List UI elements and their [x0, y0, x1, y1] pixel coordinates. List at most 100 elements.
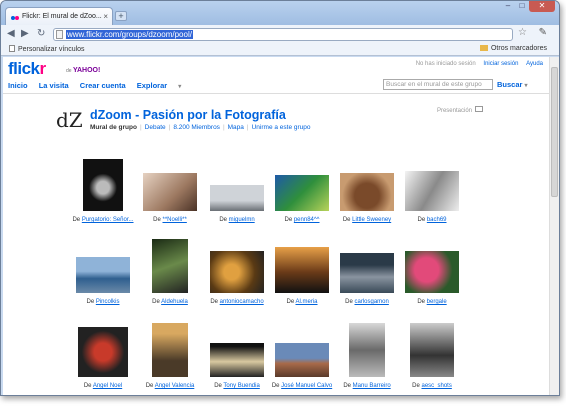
scrollbar[interactable] — [549, 57, 559, 395]
subnav-debate[interactable]: Debate — [145, 124, 166, 131]
photo-author-link[interactable]: miguelmn — [229, 217, 255, 223]
page-icon — [56, 30, 63, 39]
photo-thumbnail[interactable] — [210, 251, 264, 293]
photo-thumbnail[interactable] — [275, 175, 329, 211]
nav-inicio[interactable]: Inicio — [8, 81, 28, 90]
bookmark-personalizar[interactable]: Personalizar vínculos — [9, 45, 85, 53]
minimize-button[interactable]: – — [501, 1, 515, 12]
flickr-logo[interactable]: flickr — [8, 59, 46, 79]
photo-thumbnail[interactable] — [83, 159, 123, 211]
photo-thumbnail[interactable] — [210, 185, 264, 211]
photo-thumbnail[interactable] — [210, 343, 264, 377]
photo-caption: De bergale — [397, 299, 467, 305]
photo-caption: De Angel Valencia — [135, 383, 205, 389]
close-window-button[interactable]: ✕ — [529, 1, 555, 12]
subnav-miembros[interactable]: 8.200 Miembros — [173, 124, 220, 131]
photo-thumbnail[interactable] — [76, 257, 130, 293]
chevron-down-icon: ▾ — [178, 84, 182, 90]
caption-prefix: De — [417, 299, 425, 305]
photo-cell: De **Noelli** — [135, 145, 205, 225]
photo-thumbnail[interactable] — [349, 323, 385, 377]
photo-author-link[interactable]: Purgatorio: Señor... — [82, 217, 134, 223]
photo-thumbnail[interactable] — [143, 173, 197, 211]
photo-thumbnail[interactable] — [152, 239, 188, 293]
photo-author-link[interactable]: Tony Buendia — [223, 383, 259, 389]
photo-author-link[interactable]: Little Sweeney — [352, 217, 391, 223]
caption-prefix: De — [219, 217, 227, 223]
bookmark-label: Personalizar vínculos — [18, 46, 85, 53]
logo-part-b: r — [39, 59, 47, 78]
scrollbar-thumb[interactable] — [551, 67, 558, 197]
sep: | — [246, 124, 249, 131]
photo-caption: De miguelmn — [202, 217, 272, 223]
photo-cell: De Manu Barreiro — [332, 311, 402, 391]
photo-author-link[interactable]: **Noelli** — [162, 217, 186, 223]
photo-caption: De Al.meria — [267, 299, 337, 305]
photo-author-link[interactable]: Angel Valencia — [155, 383, 195, 389]
photo-cell: De carlosgamon — [332, 227, 402, 307]
photo-author-link[interactable]: Aldehuela — [161, 299, 188, 305]
url-text[interactable]: www.flickr.com/groups/dzoom/pool/ — [66, 30, 193, 39]
group-logo[interactable]: dZ — [56, 107, 83, 133]
nav-explorar-label: Explorar — [136, 81, 168, 90]
photo-author-link[interactable]: aesc_shots — [421, 383, 451, 389]
caption-prefix: De — [284, 217, 293, 223]
photo-thumbnail[interactable] — [410, 323, 454, 377]
photo-thumbnail[interactable] — [340, 253, 394, 293]
maximize-button[interactable]: □ — [515, 1, 529, 12]
photo-cell: De Tony Buendia — [202, 311, 272, 391]
yahoo-logo: YAHOO! — [72, 67, 101, 74]
subnav-mapa[interactable]: Mapa — [228, 124, 244, 131]
photo-author-link[interactable]: antoniocamacho — [220, 299, 264, 305]
photo-author-link[interactable]: José Manuel Calvo — [281, 383, 332, 389]
caption-prefix: De — [343, 383, 351, 389]
photo-author-link[interactable]: penn84^^ — [294, 217, 320, 223]
subnav-unirme[interactable]: Unirme a este grupo — [252, 124, 311, 131]
group-title[interactable]: dZoom - Pasión por la Fotografía — [90, 108, 286, 122]
photo-thumbnail[interactable] — [275, 247, 329, 293]
search-button[interactable]: Buscar ▾ — [497, 80, 528, 89]
caption-prefix: De — [286, 299, 295, 305]
sep: | — [168, 124, 171, 131]
photo-author-link[interactable]: Pincolkis — [96, 299, 120, 305]
photo-thumbnail[interactable] — [405, 171, 459, 211]
nav-crear-cuenta[interactable]: Crear cuenta — [80, 81, 126, 90]
photo-cell: De bergale — [397, 227, 467, 307]
photo-author-link[interactable]: Al.meria — [296, 299, 318, 305]
caption-prefix: De — [145, 383, 154, 389]
nav-la-visita[interactable]: La visita — [39, 81, 69, 90]
photo-author-link[interactable]: bach69 — [427, 217, 447, 223]
browser-tab[interactable]: Flickr: El mural de dZoo... × — [5, 7, 113, 26]
photo-author-link[interactable]: carlosgamon — [354, 299, 388, 305]
photo-thumbnail[interactable] — [405, 251, 459, 293]
other-bookmarks[interactable]: Otros marcadores — [479, 45, 547, 52]
photo-thumbnail[interactable] — [78, 327, 128, 377]
search-input[interactable]: Buscar en el mural de este grupo — [383, 79, 493, 90]
caption-prefix: De — [345, 299, 353, 305]
help-link[interactable]: Ayuda — [526, 61, 543, 67]
slideshow-icon — [475, 106, 483, 112]
photo-caption: De Aldehuela — [135, 299, 205, 305]
photo-cell: De Angel Noel — [68, 311, 138, 391]
photo-caption: De Tony Buendia — [202, 383, 272, 389]
forward-arrow-icon[interactable]: ▶ — [21, 28, 29, 39]
photo-author-link[interactable]: bergale — [427, 299, 447, 305]
photo-thumbnail[interactable] — [152, 323, 188, 377]
new-tab-button[interactable]: + — [115, 11, 127, 21]
nav-explorar[interactable]: Explorar ▾ — [137, 81, 191, 90]
photo-cell: De aesc_shots — [397, 311, 467, 391]
tab-close-icon[interactable]: × — [103, 12, 108, 21]
slideshow-link[interactable]: Presentación — [437, 106, 483, 114]
reload-icon[interactable]: ↻ — [37, 28, 45, 39]
back-arrow-icon[interactable]: ◀ — [7, 28, 15, 39]
photo-thumbnail[interactable] — [340, 173, 394, 211]
photo-author-link[interactable]: Angel Noel — [93, 383, 122, 389]
subnav-mural: Mural de grupo — [90, 124, 137, 131]
bookmark-star-icon[interactable]: ☆ — [518, 27, 527, 38]
other-bookmarks-label: Otros marcadores — [490, 45, 547, 52]
sign-in-link[interactable]: Iniciar sesión — [483, 61, 518, 67]
address-bar[interactable]: www.flickr.com/groups/dzoom/pool/ — [53, 28, 513, 41]
photo-author-link[interactable]: Manu Barreiro — [353, 383, 391, 389]
photo-thumbnail[interactable] — [275, 343, 329, 377]
wrench-menu-icon[interactable]: ✎ — [539, 27, 547, 38]
